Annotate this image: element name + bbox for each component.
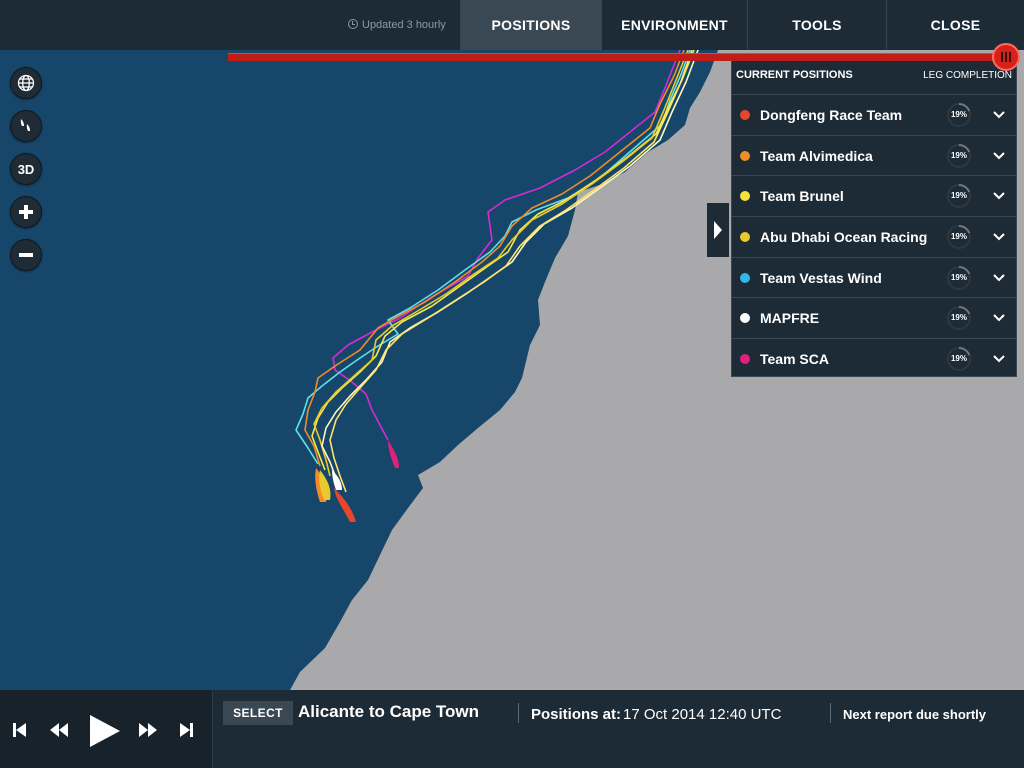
tab-environment[interactable]: ENVIRONMENT bbox=[601, 0, 747, 50]
timeline-scrubber-handle[interactable] bbox=[992, 43, 1020, 71]
team-color-dot bbox=[740, 150, 750, 161]
globe-icon bbox=[17, 74, 35, 92]
bottom-bar: SELECT Alicante to Cape Town Positions a… bbox=[0, 690, 1024, 768]
leg-completion-gauge: 19% bbox=[946, 346, 972, 372]
team-name: Team Alvimedica bbox=[760, 147, 873, 164]
team-color-dot bbox=[740, 231, 750, 242]
leg-completion-value: 19% bbox=[950, 272, 967, 282]
positions-at-label: Positions at: bbox=[531, 706, 622, 723]
leg-completion-value: 19% bbox=[950, 231, 967, 241]
rewind-icon[interactable] bbox=[49, 722, 69, 738]
team-color-dot bbox=[740, 109, 750, 120]
update-frequency: Updated 3 hourly bbox=[348, 0, 446, 50]
race-tracker-app: Updated 3 hourly POSITIONS ENVIRONMENT T… bbox=[0, 0, 1024, 768]
leg-title: Alicante to Cape Town bbox=[298, 702, 480, 721]
leg-select-button[interactable]: SELECT bbox=[223, 701, 293, 725]
zoom-in-button[interactable] bbox=[10, 196, 42, 228]
boats-icon bbox=[20, 119, 30, 131]
chevron-down-icon[interactable] bbox=[990, 187, 1008, 205]
leg-completion-value: 19% bbox=[950, 109, 967, 119]
playback-controls bbox=[0, 690, 213, 768]
team-row-team-brunel[interactable]: Team Brunel 19% bbox=[732, 175, 1016, 216]
zoom-in-icon bbox=[19, 205, 33, 219]
panel-title: CURRENT POSITIONS bbox=[736, 69, 853, 81]
leg-completion-value: 19% bbox=[950, 191, 967, 201]
current-positions-panel: CURRENT POSITIONS LEG COMPLETION Dongfen… bbox=[731, 55, 1017, 377]
team-name: Abu Dhabi Ocean Racing bbox=[760, 228, 928, 245]
team-color-dot bbox=[740, 353, 750, 364]
leg-completion-gauge: 19% bbox=[946, 143, 972, 169]
zoom-out-button[interactable] bbox=[10, 239, 42, 271]
chevron-down-icon[interactable] bbox=[990, 228, 1008, 246]
team-name: MAPFRE bbox=[760, 310, 820, 327]
divider bbox=[830, 703, 831, 723]
leg-completion-value: 19% bbox=[950, 313, 967, 323]
team-row-team-sca[interactable]: Team SCA 19% bbox=[732, 338, 1016, 379]
clock-icon bbox=[348, 19, 358, 29]
boats-view-button[interactable] bbox=[10, 110, 42, 142]
3d-view-button[interactable]: 3D bbox=[10, 153, 42, 185]
team-row-abu-dhabi-ocean-racing[interactable]: Abu Dhabi Ocean Racing 19% bbox=[732, 216, 1016, 257]
chevron-down-icon[interactable] bbox=[990, 350, 1008, 368]
team-color-dot bbox=[740, 313, 750, 324]
team-name: Team Vestas Wind bbox=[760, 269, 882, 286]
panel-collapse-toggle[interactable] bbox=[707, 203, 729, 257]
chevron-down-icon[interactable] bbox=[990, 106, 1008, 124]
zoom-out-icon bbox=[19, 253, 33, 257]
team-row-mapfre[interactable]: MAPFRE 19% bbox=[732, 297, 1016, 338]
team-row-team-alvimedica[interactable]: Team Alvimedica 19% bbox=[732, 134, 1016, 176]
panel-header: CURRENT POSITIONS LEG COMPLETION bbox=[732, 56, 1016, 94]
chevron-down-icon[interactable] bbox=[990, 147, 1008, 165]
next-report-status: Next report due shortly bbox=[843, 707, 987, 722]
globe-view-button[interactable] bbox=[10, 67, 42, 99]
leg-completion-header: LEG COMPLETION bbox=[923, 69, 1012, 81]
chevron-right-icon bbox=[714, 221, 722, 239]
team-row-team-vestas-wind[interactable]: Team Vestas Wind 19% bbox=[732, 256, 1016, 298]
team-name: Team SCA bbox=[760, 350, 829, 367]
leg-completion-gauge: 19% bbox=[946, 265, 972, 291]
skip-to-end-icon[interactable] bbox=[179, 722, 193, 738]
team-list: Dongfeng Race Team 19% Team Alvimedica 19% T… bbox=[732, 94, 1016, 379]
leg-completion-gauge: 19% bbox=[946, 102, 972, 128]
team-name: Team Brunel bbox=[760, 188, 844, 205]
positions-timestamp: 17 Oct 2014 12:40 UTC bbox=[623, 706, 782, 723]
tab-positions[interactable]: POSITIONS bbox=[460, 0, 601, 50]
team-row-dongfeng-race-team[interactable]: Dongfeng Race Team 19% bbox=[732, 94, 1016, 135]
skip-to-start-icon[interactable] bbox=[13, 722, 27, 738]
leg-completion-gauge: 19% bbox=[946, 224, 972, 250]
top-bar: Updated 3 hourly POSITIONS ENVIRONMENT T… bbox=[0, 0, 1024, 50]
tab-tools[interactable]: TOOLS bbox=[747, 0, 886, 50]
team-name: Dongfeng Race Team bbox=[760, 106, 903, 123]
team-color-dot bbox=[740, 191, 750, 202]
leg-completion-gauge: 19% bbox=[946, 183, 972, 209]
chevron-down-icon[interactable] bbox=[990, 269, 1008, 287]
leg-completion-gauge: 19% bbox=[946, 305, 972, 331]
update-frequency-text: Updated 3 hourly bbox=[362, 19, 446, 31]
leg-completion-value: 19% bbox=[950, 353, 967, 363]
chevron-down-icon[interactable] bbox=[990, 309, 1008, 327]
fast-forward-icon[interactable] bbox=[138, 722, 158, 738]
team-color-dot bbox=[740, 272, 750, 283]
divider bbox=[518, 703, 519, 723]
play-icon[interactable] bbox=[88, 714, 122, 748]
timeline-track[interactable] bbox=[228, 53, 1006, 61]
leg-completion-value: 19% bbox=[950, 150, 967, 160]
